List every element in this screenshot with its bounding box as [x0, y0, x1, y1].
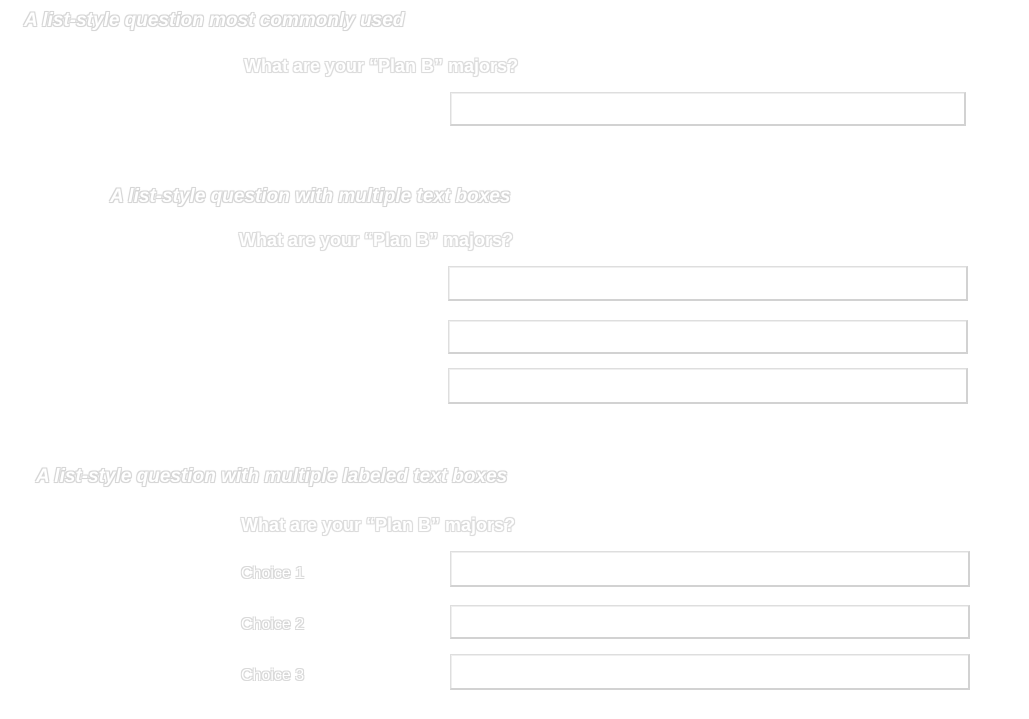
choice-1-label: Choice 1: [241, 565, 305, 582]
choice-3-label: Choice 3: [241, 667, 305, 684]
answer-input-1[interactable]: [448, 266, 968, 301]
survey-page: A list-style question most commonly used…: [0, 0, 1029, 719]
question-plan-b-majors: What are your “Plan B” majors?: [244, 56, 519, 76]
question-plan-b-majors: What are your “Plan B” majors?: [241, 515, 516, 535]
section-title-single-box: A list-style question most commonly used: [24, 10, 405, 31]
choice-2-label: Choice 2: [241, 616, 305, 633]
section-title-labeled-boxes: A list-style question with multiple labe…: [36, 466, 508, 487]
choice-2-input[interactable]: [450, 605, 970, 639]
answer-input-3[interactable]: [448, 368, 968, 404]
answer-input[interactable]: [450, 92, 966, 126]
choice-1-input[interactable]: [450, 551, 970, 587]
question-plan-b-majors: What are your “Plan B” majors?: [239, 230, 514, 250]
choice-3-input[interactable]: [450, 654, 970, 690]
section-title-multiple-boxes: A list-style question with multiple text…: [110, 186, 511, 207]
answer-input-2[interactable]: [448, 320, 968, 354]
